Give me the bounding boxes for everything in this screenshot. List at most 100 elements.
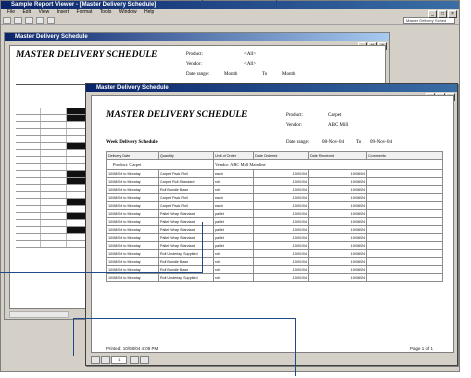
first-page-icon[interactable] xyxy=(91,355,100,364)
front-date-to: 09-Nov-04 xyxy=(370,140,392,145)
front-report-title: MASTER DELIVERY SCHEDULE xyxy=(106,110,248,120)
menu-tools[interactable]: Tools xyxy=(100,9,112,15)
cell-quantity: Carpet Roll Standard xyxy=(158,177,214,186)
last-page-icon[interactable] xyxy=(139,355,149,364)
callout-line-left-vert xyxy=(202,222,203,273)
back-table-cell xyxy=(16,234,42,240)
cell-quantity: Carpet Pack Roll xyxy=(158,169,214,178)
back-date-from: Month xyxy=(224,72,238,77)
cell-unit: roll xyxy=(213,177,254,186)
menu-edit[interactable]: Edit xyxy=(22,9,31,15)
cell-quantity: Pallet Wrap Standard xyxy=(158,217,214,226)
front-report-page: MASTER DELIVERY SCHEDULE Product: Carpet… xyxy=(91,95,454,353)
cell-delivery-date: 10/08/04 to Monday xyxy=(106,241,159,250)
front-date-to-label: To xyxy=(356,140,362,145)
table-row: 10/08/04 to Monday Pallet Wrap Standard pa… xyxy=(106,241,443,250)
page-number-field[interactable]: 1 xyxy=(111,355,128,364)
cell-comments xyxy=(366,217,443,226)
cell-date-ordered: 10/01/04 xyxy=(253,193,309,202)
table-body: Product: Carpet Vendor: ABC Mill Mainlin… xyxy=(106,159,443,282)
cell-unit: roll xyxy=(213,257,254,266)
cell-quantity: Roll Bundle Base xyxy=(158,257,214,266)
back-horizontal-scrollbar[interactable] xyxy=(9,311,69,318)
menu-insert[interactable]: Insert xyxy=(57,9,70,15)
back-table-row xyxy=(16,227,92,234)
back-table-cell xyxy=(16,157,42,163)
delivery-table: Delivery Date Quantity Unit of Order Dat… xyxy=(106,151,443,282)
column-header: Date Ordered xyxy=(253,151,309,160)
cell-quantity: Roll Bundle Base xyxy=(158,185,214,194)
back-table-cell xyxy=(41,122,67,128)
back-table-cell xyxy=(16,115,42,121)
cell-date-received: 10/08/04 xyxy=(308,177,367,186)
cell-comments xyxy=(366,209,443,218)
back-table-row xyxy=(16,129,92,136)
zoom-icon[interactable] xyxy=(14,17,22,24)
back-table-cell xyxy=(16,129,42,135)
back-table-cell xyxy=(41,157,67,163)
cell-date-received: 10/08/04 xyxy=(308,169,367,178)
cell-comments xyxy=(366,257,443,266)
table-row: 10/08/04 to Monday Roll Bundle Base roll 10… xyxy=(106,257,443,266)
menu-format[interactable]: Format xyxy=(77,9,93,15)
minimize-icon[interactable]: _ xyxy=(428,10,437,18)
menu-view[interactable]: View xyxy=(38,9,49,15)
cell-delivery-date: 10/08/04 to Monday xyxy=(106,257,159,266)
two-page-icon[interactable] xyxy=(36,17,44,24)
cell-quantity: Pallet Wrap Standard xyxy=(158,209,214,218)
maximize-icon[interactable]: □ xyxy=(438,10,447,18)
cell-date-ordered: 10/01/04 xyxy=(253,177,309,186)
front-meta-product-label: Product: xyxy=(286,113,303,118)
cell-quantity: Carpet Pack Roll xyxy=(158,193,214,202)
toolbar: Master Delivery Sched xyxy=(1,16,459,25)
group-product: Product: Carpet xyxy=(106,159,214,170)
back-table-cell xyxy=(16,220,42,226)
back-date-range-label: Date range: xyxy=(186,72,210,77)
back-table-row xyxy=(16,241,92,248)
back-summary-table xyxy=(16,108,92,248)
cell-delivery-date: 10/08/04 to Monday xyxy=(106,177,159,186)
cell-date-received: 10/08/04 xyxy=(308,233,367,242)
back-table-cell xyxy=(16,122,42,128)
back-table-cell xyxy=(16,199,42,205)
cell-delivery-date: 10/08/04 to Monday xyxy=(106,169,159,178)
table-row: 10/08/04 to Monday Roll Bundle Base roll 10… xyxy=(106,185,443,194)
callout-line-bottom-left xyxy=(73,318,74,356)
cell-date-received: 10/08/04 xyxy=(308,273,367,282)
cell-delivery-date: 10/08/04 to Monday xyxy=(106,217,159,226)
cell-comments xyxy=(366,169,443,178)
back-table-row xyxy=(16,185,92,192)
one-page-icon[interactable] xyxy=(25,17,33,24)
menu-window[interactable]: Window xyxy=(119,9,137,15)
back-table-cell xyxy=(41,206,67,212)
prev-page-icon[interactable] xyxy=(101,355,110,364)
cell-comments xyxy=(366,225,443,234)
back-table-cell xyxy=(41,115,67,121)
print-icon[interactable] xyxy=(3,17,11,24)
table-row: 10/08/04 to Monday Carpet Roll Standard ro… xyxy=(106,177,443,186)
callout-line-bottom-right xyxy=(295,318,296,376)
cell-delivery-date: 10/08/04 to Monday xyxy=(106,209,159,218)
cell-comments xyxy=(366,201,443,210)
close-preview-icon[interactable] xyxy=(47,17,55,24)
table-row: 10/08/04 to Monday Pallet Wrap Standard pa… xyxy=(106,225,443,234)
back-table-row xyxy=(16,213,92,220)
cell-unit: pallet xyxy=(213,217,254,226)
menu-help[interactable]: Help xyxy=(144,9,154,15)
menu-file[interactable]: File xyxy=(7,9,15,15)
back-window-title: Master Delivery Schedule xyxy=(5,33,389,41)
front-section-title: Week Delivery Schedule xyxy=(106,140,158,145)
back-table-cell xyxy=(16,136,42,142)
close-icon[interactable]: × xyxy=(448,10,457,18)
back-table-cell xyxy=(16,213,42,219)
cell-delivery-date: 10/08/04 to Monday xyxy=(106,201,159,210)
back-table-cell xyxy=(41,192,67,198)
back-table-cell xyxy=(16,108,42,114)
cell-date-ordered: 10/01/04 xyxy=(253,185,309,194)
back-table-row xyxy=(16,143,92,150)
cell-date-received: 10/08/04 xyxy=(308,257,367,266)
cell-date-received: 10/08/04 xyxy=(308,249,367,258)
back-table-row xyxy=(16,206,92,213)
next-page-icon[interactable] xyxy=(129,355,139,364)
back-meta-product-value: <All> xyxy=(244,52,257,57)
